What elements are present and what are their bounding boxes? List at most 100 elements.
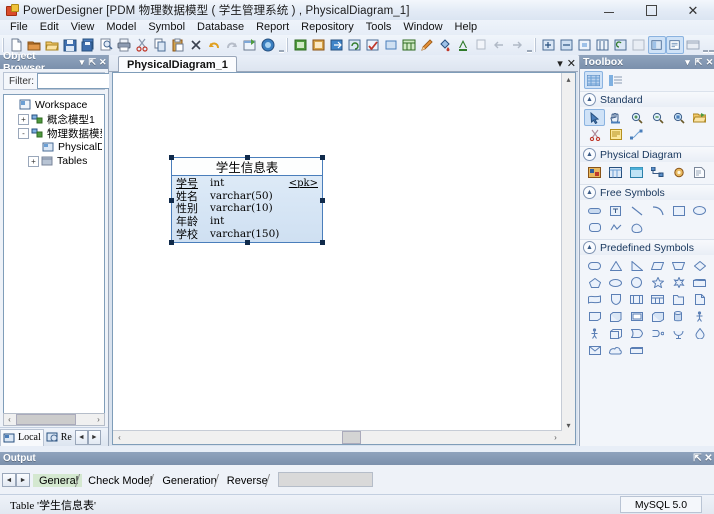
file-tool[interactable] (689, 164, 710, 181)
symbol-cylinder-tool[interactable] (668, 308, 689, 325)
symbol-ellipse-tool[interactable] (605, 274, 626, 291)
expander-plus-icon[interactable]: + (28, 156, 39, 167)
symbol-star6-tool[interactable] (668, 274, 689, 291)
table-symbol-student-info[interactable]: 学生信息表 学号 int <pk> 姓名 varchar(50) (171, 157, 323, 243)
free-rectangle-tool[interactable] (668, 202, 689, 219)
palette-list-icon[interactable] (607, 72, 624, 88)
font-color-icon[interactable] (454, 36, 472, 54)
free-line-tool[interactable] (626, 202, 647, 219)
symbol-person-tool[interactable] (584, 325, 605, 342)
pencil-icon[interactable] (418, 36, 436, 54)
close-icon[interactable]: ✕ (704, 56, 714, 68)
window-list-icon[interactable]: ▾ (557, 57, 563, 70)
note-tool[interactable] (605, 126, 626, 143)
symbol-actor-tool[interactable] (689, 308, 710, 325)
menu-report[interactable]: Report (250, 20, 295, 35)
symbol-shield-tool[interactable] (605, 291, 626, 308)
canvas-vscrollbar[interactable]: ▴ ▾ (561, 73, 575, 431)
symbol-open-box-tool[interactable] (668, 291, 689, 308)
free-rounded-rect-tool[interactable] (584, 219, 605, 236)
browser-tab-repository[interactable]: Re (44, 429, 74, 445)
fit-page-icon[interactable] (576, 36, 594, 54)
pointer-tool[interactable] (584, 109, 605, 126)
properties-icon[interactable] (241, 36, 259, 54)
resize-handle-s[interactable] (245, 240, 250, 245)
tree-item-workspace[interactable]: Workspace (6, 98, 102, 112)
new-model-icon[interactable] (292, 36, 310, 54)
model-properties-icon[interactable] (310, 36, 328, 54)
output-toggle-icon[interactable] (666, 36, 684, 54)
fit-width-icon[interactable] (594, 36, 612, 54)
menu-database[interactable]: Database (191, 20, 250, 35)
group-header-physical-diagram[interactable]: ▲ Physical Diagram (580, 147, 714, 162)
output-tab-general[interactable]: General (33, 474, 82, 487)
redo-icon[interactable] (223, 36, 241, 54)
output-tab-reverse[interactable]: Reverse (221, 474, 272, 487)
document-tab-physicaldiagram-1[interactable]: PhysicalDiagram_1 (118, 56, 237, 72)
browser-toggle-icon[interactable] (648, 36, 666, 54)
zoom-out-view-icon[interactable] (558, 36, 576, 54)
symbol-envelope-tool[interactable] (584, 342, 605, 359)
tab-prev-button[interactable]: ◄ (75, 430, 88, 445)
symbol-drop-tool[interactable] (689, 325, 710, 342)
resize-handle-sw[interactable] (169, 240, 174, 245)
symbol-diamond-tool[interactable] (689, 257, 710, 274)
chevron-up-icon[interactable]: ▲ (583, 241, 596, 254)
zoom-out-tool[interactable] (647, 109, 668, 126)
align-left-icon[interactable] (490, 36, 508, 54)
rectangle-icon[interactable] (382, 36, 400, 54)
scroll-left-arrow-icon[interactable]: ‹ (4, 415, 15, 424)
symbol-card-tool[interactable] (689, 274, 710, 291)
pin-icon[interactable]: ⇱ (693, 56, 704, 68)
print-preview-icon[interactable] (97, 36, 115, 54)
close-icon[interactable]: ✕ (98, 56, 108, 68)
symbol-parallelogram-tool[interactable] (647, 257, 668, 274)
chevron-up-icon[interactable]: ▲ (583, 186, 596, 199)
zoom-normal-icon[interactable] (630, 36, 648, 54)
scroll-up-arrow-icon[interactable]: ▴ (562, 73, 575, 85)
tree-item-physicaldiagram[interactable]: PhysicalDiagra (6, 140, 102, 154)
menu-tools[interactable]: Tools (360, 20, 398, 35)
symbol-arrow-right-tool[interactable] (626, 325, 647, 342)
paste-icon[interactable] (169, 36, 187, 54)
scroll-right-arrow-icon[interactable]: › (549, 432, 562, 444)
pin-icon[interactable]: ⇱ (87, 56, 97, 68)
symbol-bowl-tool[interactable] (668, 325, 689, 342)
toolbar-grip-2[interactable] (286, 38, 288, 52)
document-close-icon[interactable]: ✕ (567, 57, 576, 70)
symbol-banner-tool[interactable] (626, 342, 647, 359)
chevron-up-icon[interactable]: ▲ (583, 148, 596, 161)
free-text-tool[interactable] (605, 202, 626, 219)
symbol-rounded-rect-tool[interactable] (584, 257, 605, 274)
undo-icon[interactable] (205, 36, 223, 54)
print-icon[interactable] (115, 36, 133, 54)
table-symbol-icon[interactable] (400, 36, 418, 54)
expander-plus-icon[interactable]: + (18, 114, 29, 125)
tree-item-pdm[interactable]: - 物理数据模型 ( (6, 126, 102, 140)
group-header-standard[interactable]: ▲ Standard (580, 92, 714, 107)
menu-model[interactable]: Model (100, 20, 142, 35)
symbol-right-triangle-tool[interactable] (626, 257, 647, 274)
free-polygon-tool[interactable] (626, 219, 647, 236)
link-tool[interactable] (626, 126, 647, 143)
toolbar-overflow-2[interactable] (527, 37, 533, 53)
toolbar-overflow-4[interactable] (708, 37, 714, 53)
check-model-icon[interactable] (364, 36, 382, 54)
scroll-right-arrow-icon[interactable]: › (93, 415, 104, 424)
group-header-free-symbols[interactable]: ▲ Free Symbols (580, 185, 714, 200)
free-polyline-tool[interactable] (605, 219, 626, 236)
menu-window[interactable]: Window (397, 20, 448, 35)
browser-tab-local[interactable]: Local (0, 429, 44, 446)
view-tool[interactable] (626, 164, 647, 181)
resize-handle-nw[interactable] (169, 155, 174, 160)
align-right-icon[interactable] (508, 36, 526, 54)
zoom-in-view-icon[interactable] (540, 36, 558, 54)
reference-tool[interactable] (647, 164, 668, 181)
symbol-star4-tool[interactable] (647, 274, 668, 291)
chevron-up-icon[interactable]: ▲ (583, 93, 596, 106)
procedure-tool[interactable] (668, 164, 689, 181)
output-tab-prev-button[interactable]: ◄ (2, 473, 16, 487)
scroll-left-arrow-icon[interactable]: ‹ (113, 432, 126, 444)
canvas-hscrollbar[interactable]: ‹ › (113, 430, 562, 444)
symbol-cube-tool[interactable] (647, 308, 668, 325)
